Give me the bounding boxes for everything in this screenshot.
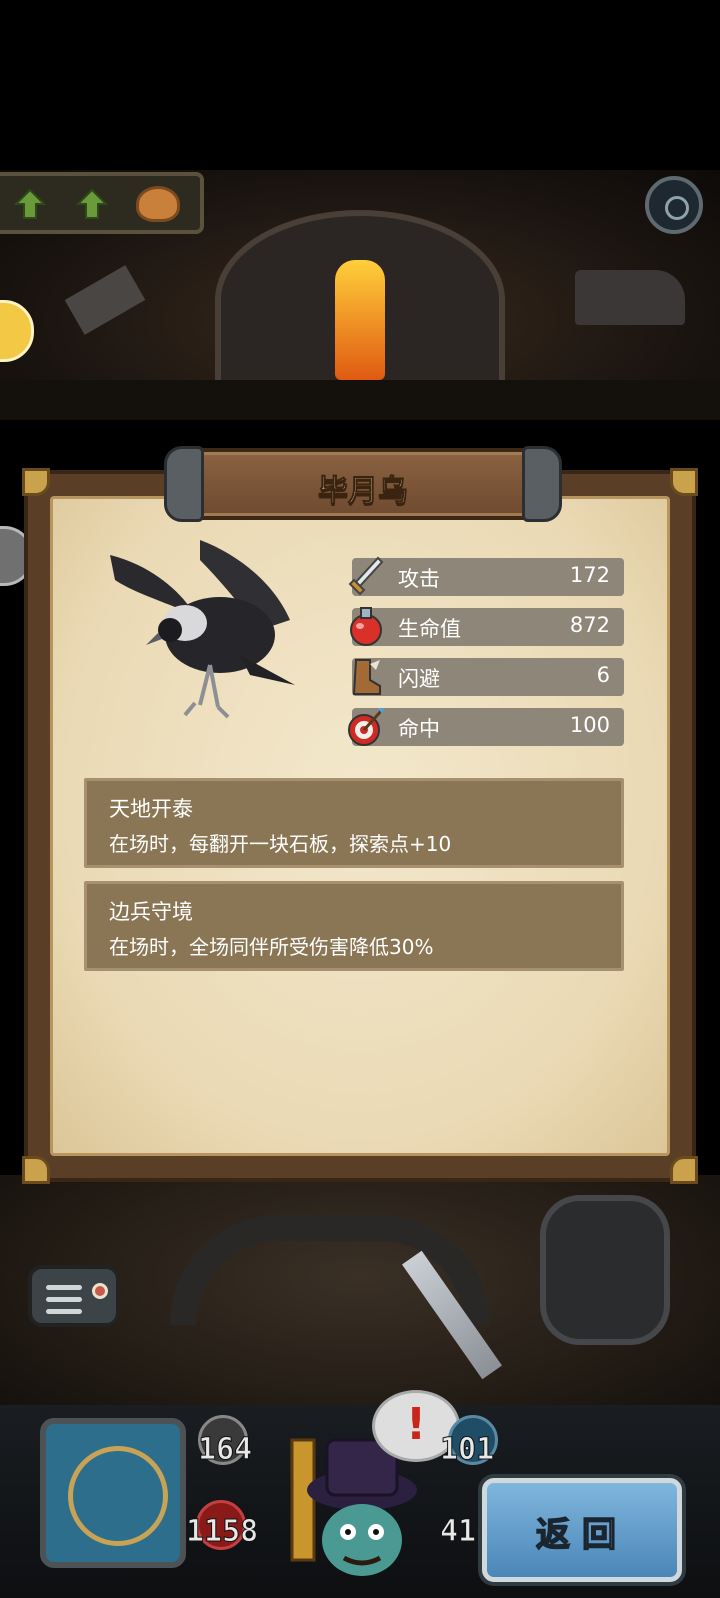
back-button[interactable]: 返回 [482,1478,682,1582]
skill-name: 天地开泰 [109,797,193,821]
stat-row-attack: 攻击 172 [348,556,624,596]
stat-value: 872 [569,613,610,637]
title-banner: 毕月乌 [164,446,562,522]
skill-name: 边兵守境 [109,900,193,924]
crow-portrait-image [110,540,295,719]
forge-floor [0,380,720,420]
unit-name: 毕月乌 [318,474,409,510]
stat-value: 100 [569,713,610,737]
stat-value: 172 [569,563,610,587]
menu-line [46,1285,82,1290]
target-icon [346,704,386,748]
sword-icon [346,554,386,598]
stat-row-hit: 命中 100 [348,708,624,746]
pouch-icon[interactable] [136,186,180,222]
skill-card: 天地开泰 在场时，每翻开一块石板，探索点+10 [84,778,624,868]
stat-label: 命中 [398,717,440,741]
hud-right-top-value: 101 [439,1432,495,1468]
hud-hp-value: 1158 [185,1514,259,1550]
notification-dot-icon [92,1283,108,1299]
stat-label: 生命值 [398,617,461,641]
frame-corner [670,1156,698,1184]
menu-button[interactable] [28,1265,120,1327]
menu-line [46,1309,82,1314]
lava-image [335,260,385,380]
frame-corner [22,1156,50,1184]
potion-icon [346,604,386,648]
helmet-image [540,1195,670,1345]
menu-line [46,1297,82,1302]
hammer-image [64,265,146,335]
back-button-label: 返回 [535,1514,628,1556]
stat-row-hp: 生命值 872 [350,607,624,646]
upgrade-arrow-icon[interactable] [74,186,110,222]
skill-card: 边兵守境 在场时，全场同伴所受伤害降低30% [84,881,624,971]
anvil-image [575,270,685,325]
hud-attack-value: 164 [197,1432,253,1468]
frame-corner [670,468,698,496]
skill-description: 在场时，全场同伴所受伤害降低30% [109,935,434,959]
hero-portrait-button[interactable] [40,1418,186,1568]
boot-icon [346,654,386,698]
upgrade-panel[interactable] [0,172,204,234]
frame-corner [22,468,50,496]
stat-value: 6 [596,663,610,687]
hud-right-bottom-value: 41 [439,1514,477,1550]
stat-label: 闪避 [398,667,440,691]
stat-label: 攻击 [398,567,440,591]
stat-row-dodge: 闪避 6 [352,658,624,696]
compass-button[interactable] [645,176,703,234]
top-letterbox [0,0,720,170]
upgrade-arrow-icon[interactable] [12,186,48,222]
skill-description: 在场时，每翻开一块石板，探索点+10 [109,832,452,856]
